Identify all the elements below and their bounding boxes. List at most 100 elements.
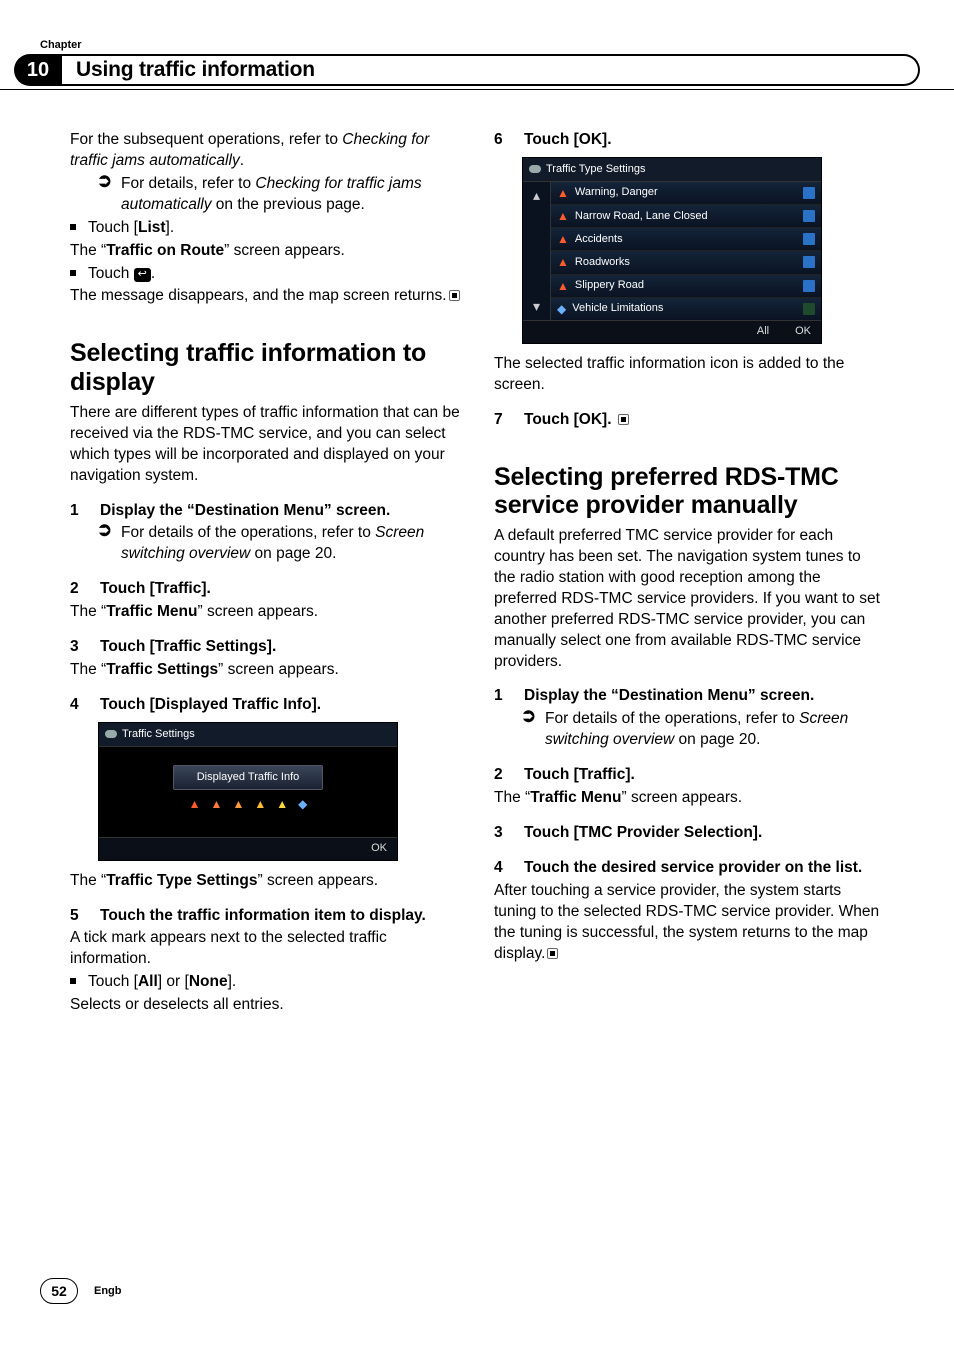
intro-suffix: .	[240, 152, 244, 169]
r-step-4-text: Touch the desired service provider on th…	[524, 858, 862, 879]
chapter-label: Chapter	[40, 38, 82, 53]
step-5-after: A tick mark appears next to the selected…	[70, 928, 460, 970]
ss1-ok-button[interactable]: OK	[371, 841, 387, 856]
ss2-list: ▴ ▾ ▲Warning, Danger ▲Narrow Road, Lane …	[523, 182, 821, 320]
step-num: 7	[494, 410, 508, 431]
list-item[interactable]: ▲Slippery Road	[551, 275, 821, 298]
step-num: 1	[70, 501, 84, 522]
list-item[interactable]: ▲Warning, Danger	[551, 182, 821, 205]
xref1-pre: For details, refer to	[121, 175, 255, 192]
heading-selecting-traffic-info: Selecting traffic information to display	[70, 339, 460, 397]
rs1-pre: For details of the operations, refer to	[545, 710, 799, 727]
msg-dis-text: The message disappears, and the map scre…	[70, 287, 447, 304]
ss1-icons-row: ▲ ▲ ▲ ▲ ▲ ◆	[107, 796, 389, 812]
footer-lang: Engb	[94, 1284, 122, 1299]
ss1-body: Displayed Traffic Info ▲ ▲ ▲ ▲ ▲ ◆	[99, 747, 397, 837]
step-num: 4	[70, 695, 84, 716]
step-2-text: Touch [Traffic].	[100, 579, 211, 600]
ss1a-bold: Traffic Type Settings	[106, 872, 257, 889]
step-2-after: The “Traffic Menu” screen appears.	[70, 602, 460, 623]
row-label: Warning, Danger	[575, 185, 658, 200]
xref-arrow-icon: ➲	[97, 170, 113, 220]
chapter-bar: 10 Using traffic information	[14, 54, 920, 86]
step-2: 2 Touch [Traffic].	[70, 579, 460, 600]
info-icon: ◆	[298, 796, 307, 812]
step-5-text: Touch the traffic information item to di…	[100, 906, 426, 927]
ss1-titlebar: Traffic Settings	[99, 723, 397, 747]
s3a-pre: The “	[70, 661, 106, 678]
ss1a-post: ” screen appears.	[258, 872, 379, 889]
displayed-traffic-info-button[interactable]: Displayed Traffic Info	[173, 765, 323, 790]
r-step-1-xref-text: For details of the operations, refer to …	[545, 709, 884, 751]
info-icon: ◆	[557, 301, 566, 317]
end-of-section-icon	[449, 290, 460, 301]
page-number: 52	[40, 1278, 78, 1304]
an-post: ].	[228, 973, 237, 990]
ss1-title: Traffic Settings	[122, 727, 195, 742]
tr-bold: Traffic on Route	[106, 242, 224, 259]
bullet-touch-list: Touch [List].	[70, 218, 460, 239]
xref-arrow-icon: ➲	[97, 519, 113, 569]
scroll-up-icon[interactable]: ▴	[533, 186, 540, 205]
rs2a-post: ” screen appears.	[621, 789, 742, 806]
list-item[interactable]: ▲Accidents	[551, 228, 821, 251]
list-item[interactable]: ▲Roadworks	[551, 251, 821, 274]
bullet-square-icon	[70, 224, 76, 230]
step-1-text: Display the “Destination Menu” screen.	[100, 501, 390, 522]
warning-icon: ▲	[189, 796, 201, 812]
step-4-text: Touch [Displayed Traffic Info].	[100, 695, 321, 716]
r-step-1-xref: ➲ For details of the operations, refer t…	[522, 709, 884, 751]
r-step-4: 4 Touch the desired service provider on …	[494, 858, 884, 879]
warning-icon: ▲	[232, 796, 244, 812]
r-step-1-text: Display the “Destination Menu” screen.	[524, 686, 814, 707]
list-item[interactable]: ▲Narrow Road, Lane Closed	[551, 205, 821, 228]
checkbox-icon[interactable]	[803, 303, 815, 315]
xref-1-text: For details, refer to Checking for traff…	[121, 174, 460, 216]
intro-prefix: For the subsequent operations, refer to	[70, 131, 342, 148]
checkbox-icon[interactable]	[803, 187, 815, 199]
traffic-type-settings-image: Traffic Type Settings ▴ ▾ ▲Warning, Dang…	[522, 157, 822, 344]
s1-post: on page 20.	[250, 545, 336, 562]
step-6: 6 Touch [OK].	[494, 130, 884, 151]
s7-text: Touch [OK].	[524, 411, 612, 428]
tb-pre: Touch	[88, 265, 134, 282]
checkbox-icon[interactable]	[803, 256, 815, 268]
traffic-route-appears: The “Traffic on Route” screen appears.	[70, 241, 460, 262]
r-step-3-text: Touch [TMC Provider Selection].	[524, 823, 762, 844]
ss2-rows: ▲Warning, Danger ▲Narrow Road, Lane Clos…	[551, 182, 821, 320]
chapter-title: Using traffic information	[76, 56, 315, 84]
warning-icon: ▲	[276, 796, 288, 812]
xref-arrow-icon: ➲	[521, 705, 537, 755]
an-none: None	[189, 973, 228, 990]
row-label: Vehicle Limitations	[572, 301, 663, 316]
r-step-4-after: After touching a service provider, the s…	[494, 881, 884, 965]
scroll-down-icon[interactable]: ▾	[533, 297, 540, 316]
ss2-footer: All OK	[523, 320, 821, 343]
bullet-square-icon	[70, 978, 76, 984]
selects-deselects: Selects or deselects all entries.	[70, 995, 460, 1016]
ss2-scrollbar[interactable]: ▴ ▾	[523, 182, 551, 320]
r-step-2-text: Touch [Traffic].	[524, 765, 635, 786]
checkbox-icon[interactable]	[803, 210, 815, 222]
cloud-icon	[529, 165, 541, 173]
warning-icon: ▲	[557, 254, 569, 270]
msg-disappears: The message disappears, and the map scre…	[70, 286, 460, 307]
list-item[interactable]: ◆ Vehicle Limitations	[551, 298, 821, 320]
all-none-text: Touch [All] or [None].	[88, 972, 236, 993]
step-5: 5 Touch the traffic information item to …	[70, 906, 460, 927]
bullet-all-none: Touch [All] or [None].	[70, 972, 460, 993]
cloud-icon	[105, 730, 117, 738]
screenshot-traffic-settings: Traffic Settings Displayed Traffic Info …	[98, 722, 460, 861]
rs2a-bold: Traffic Menu	[530, 789, 621, 806]
rs1-post: on page 20.	[674, 731, 760, 748]
tr-post: ” screen appears.	[224, 242, 345, 259]
checkbox-icon[interactable]	[803, 280, 815, 292]
ss2-all-button[interactable]: All	[757, 324, 769, 339]
an-pre: Touch [	[88, 973, 138, 990]
page-body: For the subsequent operations, refer to …	[70, 130, 884, 1262]
back-icon: ↩	[134, 268, 151, 282]
ss2-ok-button[interactable]: OK	[795, 324, 811, 339]
chapter-title-wrap: Using traffic information	[62, 54, 920, 86]
checkbox-icon[interactable]	[803, 233, 815, 245]
xref1-post: on the previous page.	[211, 196, 364, 213]
